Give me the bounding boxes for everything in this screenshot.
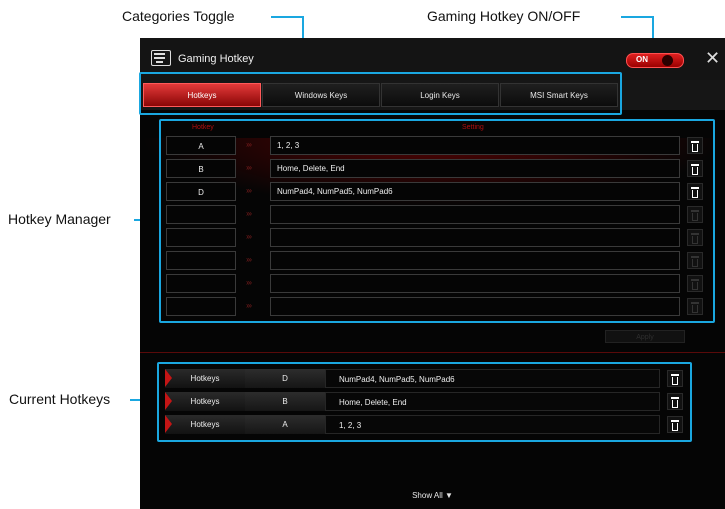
categories-toggle-highlight	[139, 72, 622, 115]
callout-gaming-hotkey-toggle: Gaming Hotkey ON/OFF	[427, 8, 581, 24]
keyboard-icon	[151, 50, 171, 66]
callout-categories-toggle: Categories Toggle	[122, 8, 235, 24]
close-icon[interactable]: ✕	[705, 49, 720, 67]
window-title: Gaming Hotkey	[178, 53, 254, 65]
callout-line	[271, 16, 303, 18]
current-hotkeys-highlight	[157, 362, 692, 442]
hotkey-manager-highlight	[159, 119, 715, 323]
toggle-knob	[662, 55, 673, 66]
show-all-button[interactable]: Show All ▼	[140, 491, 725, 500]
section-divider	[140, 352, 725, 353]
callout-current-hotkeys: Current Hotkeys	[9, 391, 111, 407]
apply-button[interactable]: Apply	[605, 330, 685, 343]
toggle-label: ON	[636, 55, 648, 64]
gaming-hotkey-toggle[interactable]: ON	[626, 53, 684, 68]
callout-hotkey-manager: Hotkey Manager	[8, 211, 111, 227]
callout-line	[621, 16, 654, 18]
